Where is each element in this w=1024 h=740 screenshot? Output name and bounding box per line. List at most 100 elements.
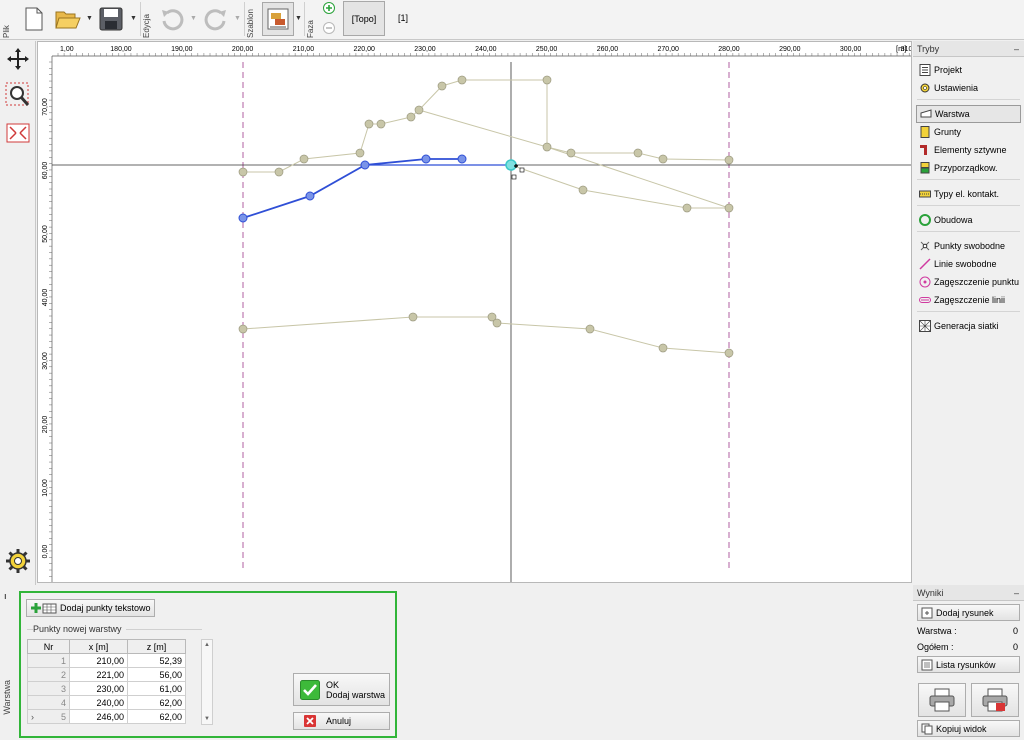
- add-picture-label: Dodaj rysunek: [936, 607, 994, 618]
- row-number: 5: [60, 711, 66, 722]
- layer-count-label: Warstwa :: [917, 626, 957, 636]
- mode-typy-el-kontakt[interactable]: Typy el. kontakt.: [913, 185, 1024, 203]
- zoom-extents-icon[interactable]: [4, 119, 32, 147]
- cell-x[interactable]: 210,00: [69, 653, 128, 668]
- file-menu-label[interactable]: Plik: [2, 0, 14, 38]
- mode-obudowa[interactable]: Obudowa: [913, 211, 1024, 229]
- row-number: 4: [27, 695, 70, 710]
- add-picture-icon: [921, 607, 933, 618]
- mode-zageszczenie-linii[interactable]: Zagęszczenie linii: [913, 291, 1024, 309]
- add-phase-icon[interactable]: [323, 2, 335, 14]
- zoom-icon[interactable]: [4, 81, 32, 109]
- interface-upper: [243, 79, 730, 173]
- mode-label: Projekt: [934, 65, 963, 75]
- save-dropdown-icon[interactable]: ▼: [130, 15, 137, 22]
- table-row[interactable]: 1 210,00 52,39: [27, 653, 186, 668]
- modes-panel: Tryby – Projekt Ustawienia Warstwa Grunt…: [913, 41, 1024, 583]
- collapse-icon[interactable]: –: [1014, 585, 1019, 601]
- new-file-icon[interactable]: [20, 4, 48, 34]
- mode-label: Warstwa: [935, 109, 970, 119]
- x-tick-label: 240,00: [475, 46, 497, 53]
- phase-menu-label[interactable]: Faza: [306, 0, 318, 38]
- modes-title: Tryby: [917, 44, 940, 54]
- mode-generacja-siatki[interactable]: Generacja siatki: [913, 317, 1024, 335]
- table-row[interactable]: › 5 246,00 62,00: [27, 709, 186, 724]
- settings-gear-icon[interactable]: [4, 547, 32, 575]
- list-pictures-label: Lista rysunków: [936, 659, 996, 670]
- layer-icon: [920, 109, 932, 118]
- list-pictures-button[interactable]: Lista rysunków: [917, 656, 1020, 673]
- template-dropdown-icon[interactable]: ▼: [295, 15, 302, 22]
- undo-icon[interactable]: [158, 4, 186, 34]
- cell-z[interactable]: 56,00: [127, 667, 186, 682]
- table-row[interactable]: 2 221,00 56,00: [27, 667, 186, 682]
- cancel-button[interactable]: Anuluj: [293, 712, 390, 730]
- edit-menu-label[interactable]: Edycja: [142, 0, 154, 38]
- ok-label: OK: [326, 679, 340, 690]
- scroll-up-icon[interactable]: ▲: [204, 642, 210, 648]
- side-tab-warstwa[interactable]: Warstwa: [2, 680, 12, 715]
- checkmark-icon: [300, 679, 320, 700]
- cell-x[interactable]: 221,00: [69, 667, 128, 682]
- toolbar-divider: [140, 2, 141, 36]
- existing-points: [238, 75, 734, 358]
- mode-punkty-swobodne[interactable]: Punkty swobodne: [913, 237, 1024, 255]
- phase-1-button[interactable]: [1]: [398, 13, 408, 23]
- mesh-icon: [919, 320, 931, 332]
- mode-warstwa[interactable]: Warstwa: [916, 105, 1021, 123]
- mode-elementy-sztywne[interactable]: Elementy sztywne: [913, 141, 1024, 159]
- x-tick-label: 180,00: [110, 46, 132, 53]
- open-dropdown-icon[interactable]: ▼: [86, 15, 93, 22]
- pan-icon[interactable]: [4, 45, 32, 73]
- x-tick-label: 270,00: [657, 46, 679, 53]
- table-row[interactable]: 3 230,00 61,00: [27, 681, 186, 696]
- view-tools-panel: [0, 41, 36, 585]
- mode-projekt[interactable]: Projekt: [913, 61, 1024, 79]
- undo-dropdown-icon[interactable]: ▼: [190, 15, 197, 22]
- scroll-down-icon[interactable]: ▼: [204, 716, 210, 722]
- mode-przyporzadkowanie[interactable]: Przyporządkow.: [913, 159, 1024, 177]
- cell-x[interactable]: 240,00: [69, 695, 128, 710]
- panel-pin-icon[interactable]: ı: [4, 591, 7, 601]
- cell-z[interactable]: 62,00: [127, 695, 186, 710]
- drawing-canvas[interactable]: 180,00 190,00 200,00 210,00 220,00 230,00 240,…: [37, 41, 912, 583]
- mode-grunty[interactable]: Grunty: [913, 123, 1024, 141]
- layer-count-row: Warstwa : 0: [917, 626, 1020, 636]
- cell-z[interactable]: 62,00: [127, 709, 186, 724]
- x-tick-label: 250,00: [536, 46, 558, 53]
- modes-header: Tryby –: [913, 41, 1024, 57]
- topo-phase-button[interactable]: [Topo]: [343, 1, 385, 36]
- gear-icon: [920, 83, 930, 93]
- list-icon: [921, 659, 933, 670]
- add-picture-button[interactable]: Dodaj rysunek: [917, 604, 1020, 621]
- cell-z[interactable]: 61,00: [127, 681, 186, 696]
- mode-label: Punkty swobodne: [934, 241, 1006, 251]
- cell-x[interactable]: 246,00: [69, 709, 128, 724]
- redo-icon[interactable]: [202, 4, 230, 34]
- remove-phase-icon[interactable]: [323, 22, 335, 34]
- ok-add-layer-button[interactable]: OK Dodaj warstwa: [293, 673, 390, 706]
- copy-view-button[interactable]: Kopiuj widok: [917, 720, 1020, 737]
- add-text-points-button[interactable]: Dodaj punkty tekstowo: [26, 599, 155, 617]
- mode-label: Ustawienia: [934, 83, 979, 93]
- template-icon[interactable]: [262, 2, 294, 36]
- table-row[interactable]: 4 240,00 62,00: [27, 695, 186, 710]
- mode-linie-swobodne[interactable]: Linie swobodne: [913, 255, 1024, 273]
- table-scrollbar[interactable]: ▲ ▼: [201, 639, 213, 725]
- print-export-button[interactable]: [971, 683, 1019, 717]
- group-title: Punkty nowej warstwy: [33, 624, 126, 634]
- x-tick-partial: 1,00: [60, 46, 74, 53]
- print-button[interactable]: [918, 683, 966, 717]
- mode-zageszczenie-punktu[interactable]: Zagęszczenie punktu: [913, 273, 1024, 291]
- open-file-icon[interactable]: [54, 4, 82, 34]
- point-refinement-icon: [919, 276, 931, 288]
- redo-dropdown-icon[interactable]: ▼: [234, 15, 241, 22]
- collapse-icon[interactable]: –: [1014, 41, 1019, 57]
- cell-z[interactable]: 52,39: [127, 653, 186, 668]
- x-tick-label: 290,00: [779, 46, 801, 53]
- template-menu-label[interactable]: Szablon: [246, 0, 258, 38]
- mode-ustawienia[interactable]: Ustawienia: [913, 79, 1024, 97]
- save-icon[interactable]: [97, 4, 125, 34]
- x-tick-label: 200,00: [232, 46, 254, 53]
- cell-x[interactable]: 230,00: [69, 681, 128, 696]
